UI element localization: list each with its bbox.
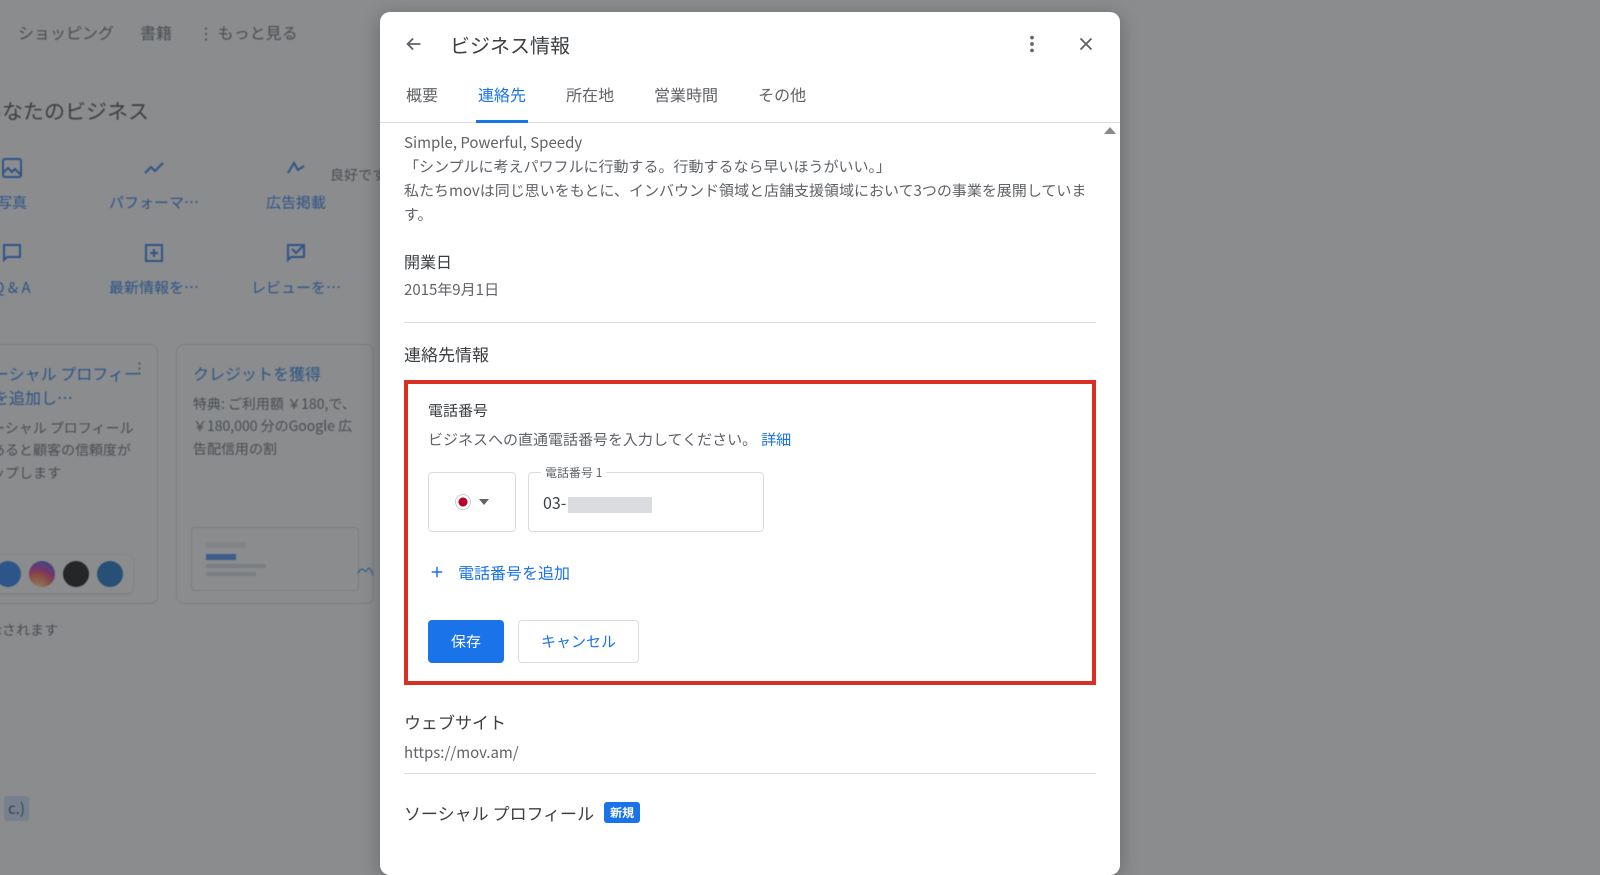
tab-hours[interactable]: 営業時間 (652, 68, 720, 123)
phone-highlight-box: 電話番号 ビジネスへの直通電話番号を入力してください。詳細 電話番号 1 03-… (404, 380, 1096, 685)
back-button[interactable] (396, 26, 432, 62)
phone-hint: ビジネスへの直通電話番号を入力してください。詳細 (428, 429, 1072, 450)
phone-number-field[interactable]: 電話番号 1 03- (528, 472, 764, 532)
chevron-down-icon (479, 499, 489, 505)
phone-field-label: 電話番号 1 (541, 464, 606, 481)
divider (404, 322, 1096, 323)
japan-flag-icon (455, 494, 471, 510)
country-code-selector[interactable] (428, 472, 516, 532)
scroll-up-arrow (1104, 127, 1116, 134)
close-button[interactable] (1068, 26, 1104, 62)
contact-section-title: 連絡先情報 (404, 341, 1096, 366)
opening-date-label: 開業日 (404, 249, 1096, 273)
cancel-button[interactable]: キャンセル (518, 620, 639, 663)
tab-contact[interactable]: 連絡先 (476, 68, 528, 123)
social-profile-label: ソーシャル プロフィール (404, 800, 594, 825)
website-label: ウェブサイト (404, 709, 1096, 734)
business-description: Simple, Powerful, Speedy 「シンプルに考えパワフルに行動… (404, 131, 1096, 227)
more-options-button[interactable] (1014, 26, 1050, 62)
modal-title: ビジネス情報 (450, 30, 996, 59)
save-button[interactable]: 保存 (428, 620, 504, 663)
new-badge: 新規 (604, 802, 640, 823)
tab-location[interactable]: 所在地 (564, 68, 616, 123)
business-info-modal: ビジネス情報 概要 連絡先 所在地 営業時間 その他 Simple, Power… (380, 12, 1120, 875)
tab-overview[interactable]: 概要 (404, 68, 440, 123)
tab-other[interactable]: その他 (756, 68, 808, 123)
phone-details-link[interactable]: 詳細 (761, 429, 791, 450)
phone-label: 電話番号 (428, 400, 1072, 421)
divider (404, 773, 1096, 774)
opening-date-value: 2015年9月1日 (404, 279, 1096, 300)
redacted-number (568, 497, 652, 513)
add-phone-button[interactable]: 電話番号を追加 (428, 560, 1072, 584)
modal-tabs: 概要 連絡先 所在地 営業時間 その他 (380, 68, 1120, 123)
modal-body[interactable]: Simple, Powerful, Speedy 「シンプルに考えパワフルに行動… (380, 123, 1120, 875)
website-value: https://mov.am/ (404, 742, 1096, 763)
